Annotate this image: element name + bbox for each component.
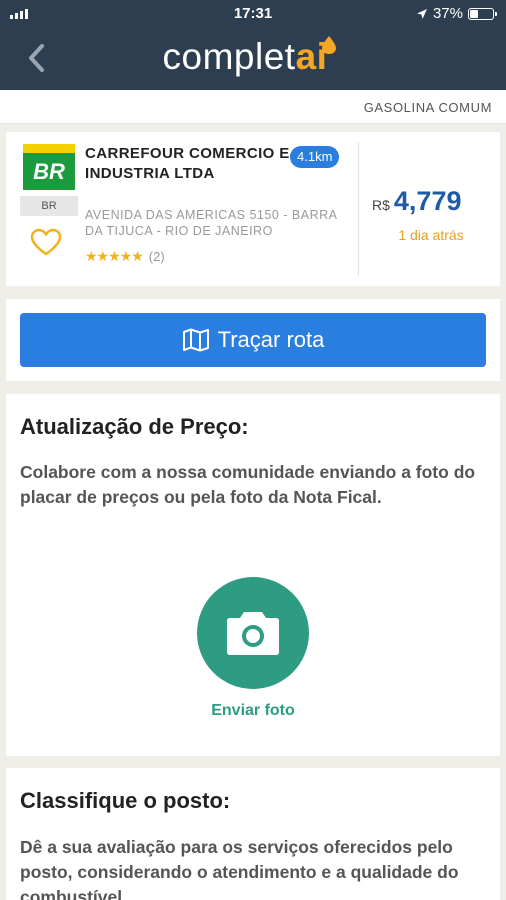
- rating-count: (2): [148, 249, 165, 264]
- rating-stars: ★★★★★: [85, 248, 144, 264]
- price-update-description: Colabore com a nossa comunidade enviando…: [20, 462, 476, 507]
- station-card: BR BR CARREFOUR COMERCIO E INDUSTRIA LTD…: [6, 132, 500, 286]
- fuel-type-label: GASOLINA COMUM: [363, 100, 492, 115]
- brand-tag: BR: [20, 196, 78, 216]
- distance-badge: 4.1km: [290, 146, 340, 168]
- status-right: 37%: [416, 5, 497, 22]
- price-update-card: Atualização de Preço: Colabore com a nos…: [6, 394, 500, 756]
- classify-title: Classifique o posto:: [20, 788, 231, 813]
- camera-icon: [227, 612, 279, 655]
- send-photo-label[interactable]: Enviar foto: [6, 702, 500, 720]
- favorite-button[interactable]: [30, 228, 62, 261]
- station-name: CARREFOUR COMERCIO E INDUSTRIA LTDA: [85, 145, 290, 182]
- location-arrow-icon: [416, 8, 427, 19]
- map-icon: [182, 328, 209, 352]
- logo-main-text: complet: [162, 36, 296, 77]
- header: completai: [0, 28, 506, 90]
- classify-card: Classifique o posto: Dê a sua avaliação …: [6, 768, 500, 900]
- station-address: AVENIDA DAS AMERICAS 5150 - BARRA DA TIJ…: [85, 208, 337, 238]
- route-button-label: Traçar rota: [217, 327, 325, 352]
- price-value: 4,779: [393, 186, 462, 216]
- price-divider: [358, 142, 359, 276]
- price-currency: R$: [372, 197, 390, 213]
- battery-icon: [468, 7, 497, 20]
- station-rating: ★★★★★ (2): [85, 248, 165, 265]
- heart-icon: [30, 228, 62, 256]
- fuel-type-bar: GASOLINA COMUM: [0, 90, 506, 124]
- brand-logo: BR: [23, 144, 75, 190]
- route-card: Traçar rota: [6, 299, 500, 381]
- classify-description: Dê a sua avaliação para os serviços ofer…: [20, 837, 459, 900]
- price-updated: 1 dia atrás: [398, 227, 464, 243]
- brand-logo-text: BR: [33, 158, 65, 184]
- price-update-title: Atualização de Preço:: [20, 414, 249, 439]
- fuel-drop-icon: [322, 36, 337, 54]
- send-photo-button[interactable]: [197, 577, 309, 689]
- price-display: R$ 4,779: [372, 186, 461, 217]
- battery-percent: 37%: [432, 5, 463, 22]
- route-button[interactable]: Traçar rota: [20, 313, 486, 367]
- status-bar: 17:31 37%: [0, 0, 506, 28]
- app-logo: completai: [0, 36, 506, 78]
